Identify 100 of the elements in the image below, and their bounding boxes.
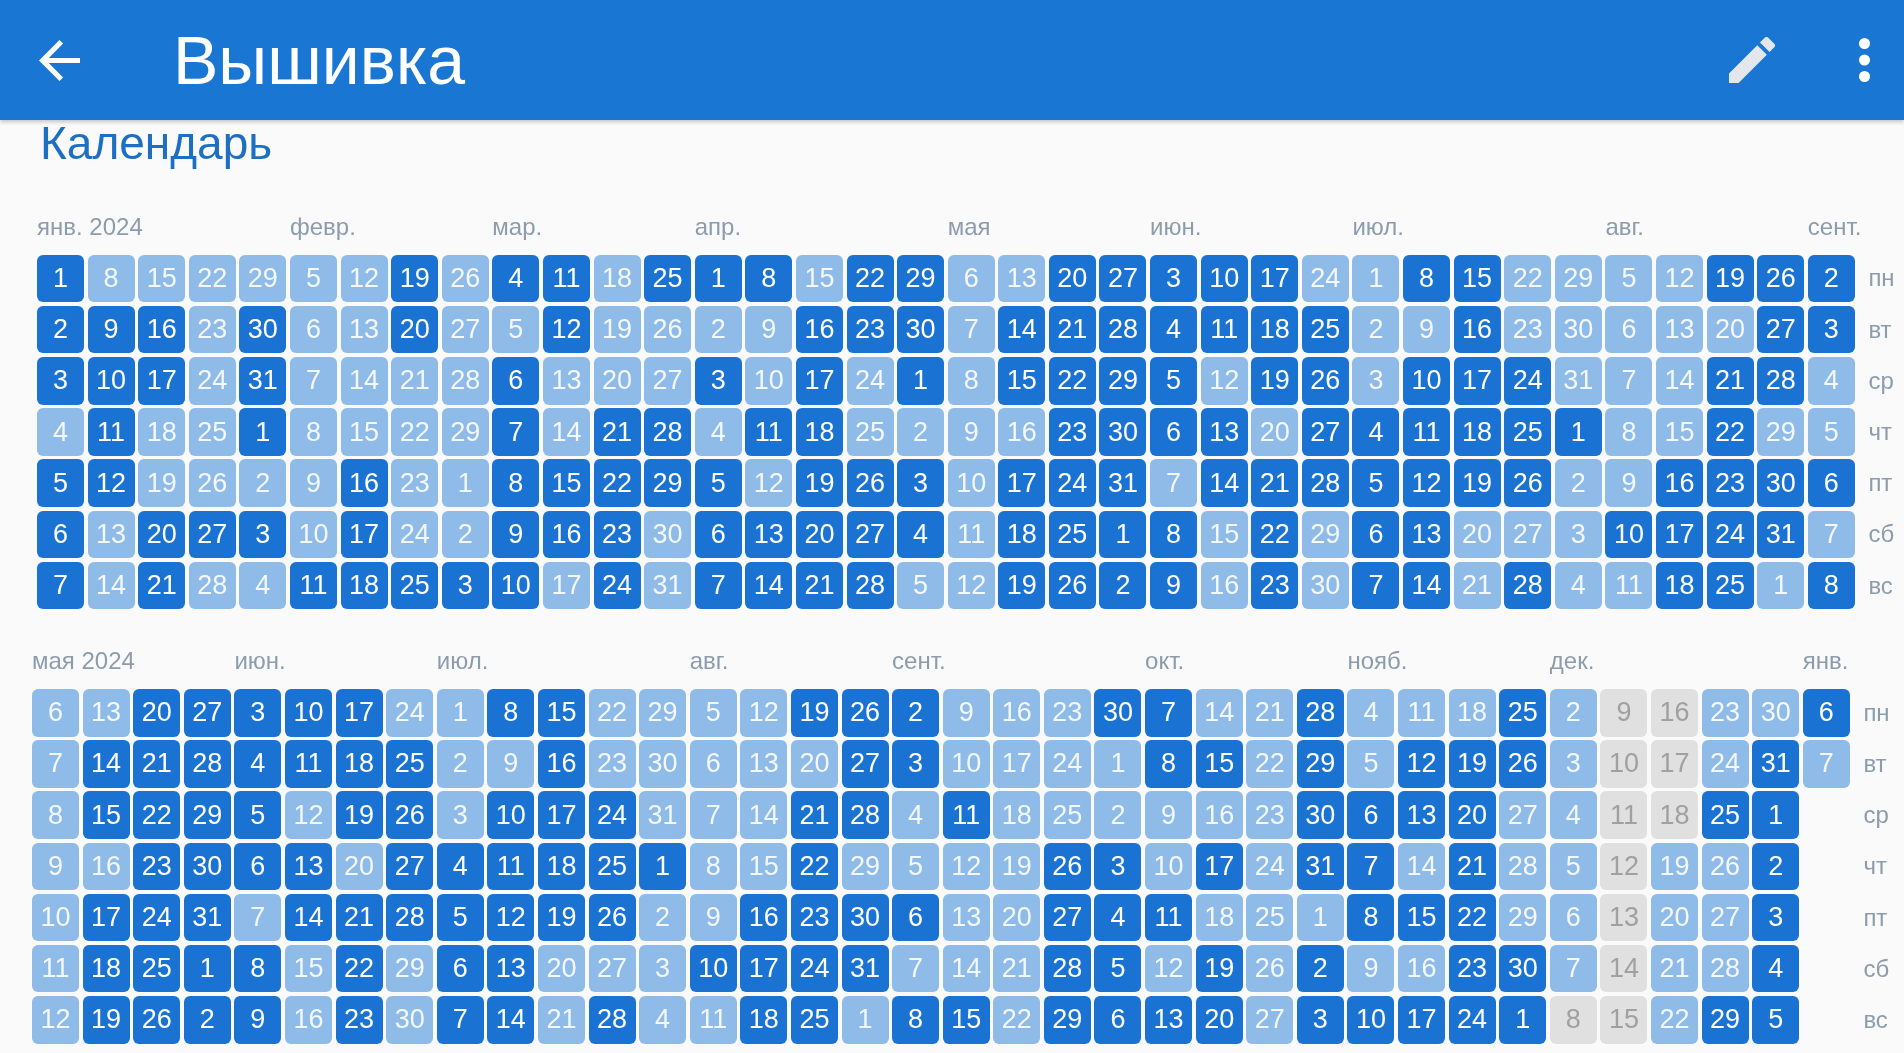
- calendar-day[interactable]: 2: [1752, 842, 1800, 891]
- calendar-day[interactable]: 19: [1453, 459, 1501, 507]
- calendar-day[interactable]: 13: [1403, 510, 1451, 559]
- calendar-day[interactable]: 3: [37, 357, 84, 405]
- calendar-day[interactable]: 30: [897, 305, 945, 354]
- calendar-day[interactable]: 3: [1807, 305, 1855, 354]
- calendar-day[interactable]: 18: [1251, 305, 1299, 354]
- back-arrow-icon[interactable]: [39, 39, 80, 81]
- calendar-day[interactable]: 15: [998, 357, 1046, 405]
- calendar-day[interactable]: 24: [790, 944, 838, 993]
- calendar-day[interactable]: 30: [239, 305, 287, 354]
- calendar-day[interactable]: 17: [82, 893, 130, 942]
- calendar-day[interactable]: 23: [790, 893, 838, 942]
- calendar-day[interactable]: 21: [133, 740, 181, 788]
- calendar-day[interactable]: 29: [183, 791, 231, 839]
- calendar-day[interactable]: 6: [436, 944, 484, 993]
- calendar-day[interactable]: 31: [1752, 740, 1800, 788]
- calendar-day[interactable]: 23: [1706, 459, 1754, 507]
- calendar-day[interactable]: 20: [1048, 254, 1096, 303]
- calendar-day[interactable]: 5: [694, 459, 742, 507]
- calendar-day[interactable]: 15: [1195, 740, 1243, 788]
- calendar-day[interactable]: 21: [1048, 305, 1096, 354]
- calendar-day[interactable]: 20: [138, 510, 186, 559]
- calendar-day[interactable]: 16: [542, 510, 590, 559]
- calendar-day[interactable]: 5: [234, 791, 282, 839]
- calendar-day[interactable]: 26: [1043, 842, 1091, 891]
- calendar-day[interactable]: 1: [639, 842, 687, 891]
- calendar-day[interactable]: 26: [1504, 459, 1552, 507]
- calendar-day[interactable]: 3: [892, 740, 940, 788]
- calendar-day[interactable]: 22: [1706, 408, 1754, 456]
- calendar-day[interactable]: 29: [1099, 357, 1147, 405]
- calendar-day[interactable]: 15: [942, 996, 990, 1044]
- calendar-day[interactable]: 26: [1301, 357, 1349, 405]
- calendar-day[interactable]: 30: [1296, 791, 1344, 839]
- calendar-day[interactable]: 29: [1701, 996, 1749, 1044]
- calendar-day[interactable]: 22: [846, 254, 894, 303]
- calendar-day[interactable]: 10: [487, 791, 535, 839]
- calendar-day[interactable]: 5: [1352, 459, 1400, 507]
- calendar-day[interactable]: 19: [795, 459, 843, 507]
- calendar-day[interactable]: 19: [537, 893, 585, 942]
- calendar-day[interactable]: 17: [1195, 842, 1243, 891]
- calendar-day[interactable]: 12: [87, 459, 135, 507]
- calendar-day[interactable]: 6: [37, 510, 84, 559]
- calendar-day[interactable]: 25: [790, 996, 838, 1044]
- calendar-day[interactable]: 12: [1398, 740, 1446, 788]
- calendar-day[interactable]: 14: [1403, 561, 1451, 610]
- calendar-day[interactable]: 22: [1048, 357, 1096, 405]
- calendar-day[interactable]: 18: [82, 944, 130, 993]
- calendar-day[interactable]: 26: [588, 893, 636, 942]
- calendar-day[interactable]: 31: [1099, 459, 1147, 507]
- calendar-day[interactable]: 1: [1499, 996, 1547, 1044]
- calendar-day[interactable]: 24: [133, 893, 181, 942]
- calendar-day[interactable]: 29: [1296, 740, 1344, 788]
- calendar-day[interactable]: 18: [537, 842, 585, 891]
- calendar-day[interactable]: 31: [841, 944, 889, 993]
- calendar-day[interactable]: 8: [492, 459, 540, 507]
- calendar-day[interactable]: 28: [1296, 689, 1344, 737]
- calendar-day[interactable]: 7: [37, 561, 84, 610]
- calendar-day[interactable]: 19: [1195, 944, 1243, 993]
- calendar-day[interactable]: 19: [1448, 740, 1496, 788]
- calendar-day[interactable]: 3: [1094, 842, 1142, 891]
- calendar-day[interactable]: 25: [644, 254, 692, 303]
- calendar-day[interactable]: 25: [1499, 689, 1547, 737]
- calendar-day[interactable]: 10: [1347, 996, 1395, 1044]
- calendar-day[interactable]: 26: [133, 996, 181, 1044]
- calendar-day[interactable]: 28: [1504, 561, 1552, 610]
- calendar-day[interactable]: 22: [133, 791, 181, 839]
- calendar-day[interactable]: 5: [1094, 944, 1142, 993]
- calendar-day[interactable]: 6: [1352, 510, 1400, 559]
- calendar-day[interactable]: 13: [487, 944, 535, 993]
- calendar-day[interactable]: 11: [1145, 893, 1193, 942]
- calendar-day[interactable]: 15: [82, 791, 130, 839]
- calendar-day[interactable]: 10: [689, 944, 737, 993]
- calendar-day[interactable]: 14: [1200, 459, 1248, 507]
- calendar-day[interactable]: 11: [1403, 408, 1451, 456]
- calendar-day[interactable]: 19: [1251, 357, 1299, 405]
- calendar-day[interactable]: 27: [1301, 408, 1349, 456]
- calendar-day[interactable]: 23: [335, 996, 383, 1044]
- calendar-day[interactable]: 25: [1706, 561, 1754, 610]
- calendar-day[interactable]: 20: [795, 510, 843, 559]
- calendar-day[interactable]: 27: [1043, 893, 1091, 942]
- calendar-day[interactable]: 31: [183, 893, 231, 942]
- calendar-day[interactable]: 18: [1656, 561, 1703, 610]
- calendar-day[interactable]: 6: [1807, 459, 1855, 507]
- calendar-day[interactable]: 26: [841, 689, 889, 737]
- calendar-day[interactable]: 15: [1398, 893, 1446, 942]
- calendar-day[interactable]: 8: [1403, 254, 1451, 303]
- calendar-day[interactable]: 23: [1448, 944, 1496, 993]
- calendar-day[interactable]: 3: [441, 561, 489, 610]
- calendar-day[interactable]: 21: [795, 561, 843, 610]
- calendar-day[interactable]: 18: [1453, 408, 1501, 456]
- calendar-day[interactable]: 29: [897, 254, 945, 303]
- calendar-day[interactable]: 14: [745, 561, 793, 610]
- calendar-day[interactable]: 10: [1403, 357, 1451, 405]
- calendar-day[interactable]: 6: [1802, 689, 1850, 737]
- calendar-day[interactable]: 13: [284, 842, 332, 891]
- calendar-day[interactable]: 17: [998, 459, 1046, 507]
- pencil-icon[interactable]: [1729, 37, 1775, 83]
- calendar-day[interactable]: 2: [183, 996, 231, 1044]
- calendar-day[interactable]: 28: [644, 408, 692, 456]
